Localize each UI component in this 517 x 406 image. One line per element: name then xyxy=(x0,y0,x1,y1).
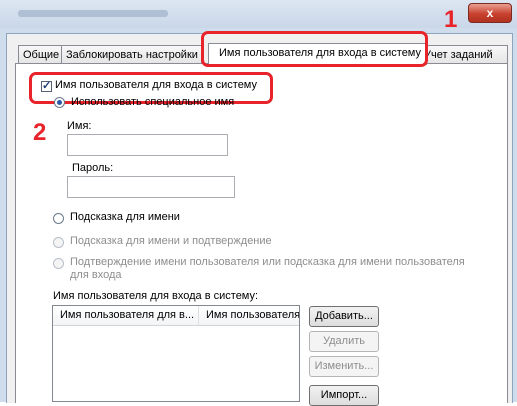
edit-button[interactable]: Изменить... xyxy=(309,356,379,377)
tab-general[interactable]: Общие xyxy=(18,45,62,65)
login-checkbox-label[interactable]: Имя пользователя для входа в систему xyxy=(55,79,257,91)
special-name-label: Использовать специальное имя xyxy=(71,96,235,108)
radio-icon[interactable] xyxy=(53,213,64,224)
callout-number-1: 1 xyxy=(444,6,458,33)
tab-job-accounting[interactable]: Учет заданий xyxy=(419,45,508,65)
tab-lock-settings[interactable]: Заблокировать настройки xyxy=(61,45,202,65)
list-header: Имя пользователя для в... Имя пользовате… xyxy=(53,306,299,326)
prompt-name-confirm-label: Подсказка для имени и подтверждение xyxy=(70,235,272,247)
radio-icon xyxy=(53,237,64,248)
window-title xyxy=(18,10,168,17)
name-label: Имя: xyxy=(67,120,92,132)
add-button[interactable]: Добавить... xyxy=(309,306,379,327)
column-header-username-2[interactable]: Имя пользователя xyxy=(199,306,299,325)
radio-icon xyxy=(53,258,64,269)
title-bar[interactable] xyxy=(0,0,517,28)
close-icon: x xyxy=(486,6,494,20)
name-input[interactable] xyxy=(67,134,228,156)
username-list[interactable]: Имя пользователя для в... Имя пользовате… xyxy=(52,305,300,402)
tab-general-label: Общие xyxy=(23,49,60,61)
tab-job-accounting-label: Учет заданий xyxy=(424,49,493,61)
radio-icon[interactable] xyxy=(54,97,65,108)
confirm-or-prompt-label: Подтверждение имени пользователя или под… xyxy=(70,256,465,281)
callout-tab-highlight xyxy=(201,31,428,67)
callout-number-2: 2 xyxy=(33,119,47,146)
password-input[interactable] xyxy=(67,176,235,198)
tab-lock-settings-label: Заблокировать настройки xyxy=(66,49,198,61)
special-name-option[interactable]: Использовать специальное имя xyxy=(52,96,272,110)
import-button[interactable]: Импорт... xyxy=(309,385,379,406)
checkbox-icon[interactable] xyxy=(41,79,52,92)
list-section-label: Имя пользователя для входа в систему: xyxy=(53,290,259,302)
prompt-name-label[interactable]: Подсказка для имени xyxy=(70,211,180,223)
delete-button[interactable]: Удалить xyxy=(309,331,379,352)
close-button[interactable]: x xyxy=(468,3,512,23)
column-header-username[interactable]: Имя пользователя для в... xyxy=(53,306,199,325)
password-label: Пароль: xyxy=(72,162,114,174)
